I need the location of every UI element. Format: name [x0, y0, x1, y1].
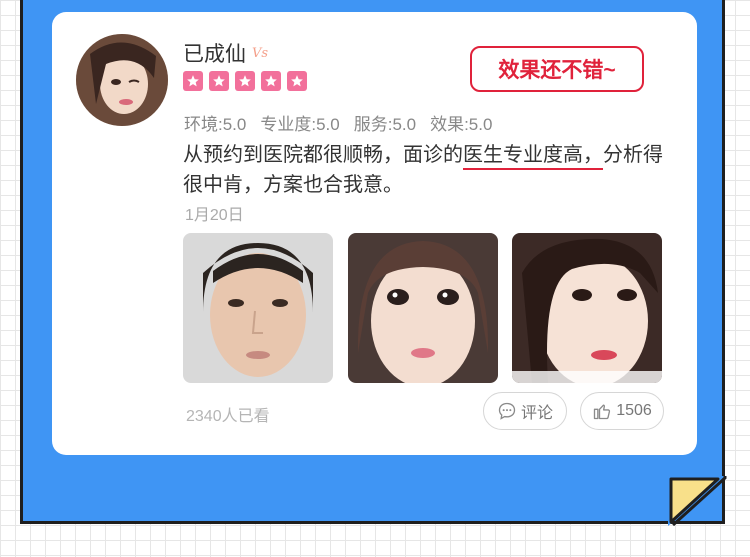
- photo-after-2[interactable]: [512, 233, 662, 383]
- thumbs-up-icon: [594, 404, 611, 420]
- star-icon: [287, 71, 307, 91]
- review-text: 从预约到医院都很顺畅，面诊的医生专业度高，分析得很中肯，方案也合我意。: [183, 140, 663, 200]
- review-text-part1: 从预约到医院都很顺畅，面诊的: [183, 144, 463, 166]
- rating-environment: 环境:5.0: [184, 115, 247, 134]
- avatar[interactable]: [76, 34, 168, 126]
- vip-tag: Vs: [252, 46, 269, 61]
- star-icon: [235, 71, 255, 91]
- comment-button[interactable]: 评论: [483, 392, 567, 430]
- star-rating: [183, 71, 307, 91]
- page-fold-corner: [668, 476, 727, 527]
- like-count: 1506: [616, 402, 652, 419]
- rating-breakdown: 环境:5.0 专业度:5.0 服务:5.0 效果:5.0: [184, 110, 492, 135]
- photo-after-1[interactable]: [348, 233, 498, 383]
- view-count: 2340人已看: [186, 408, 270, 425]
- review-highlight: 医生专业度高，: [463, 144, 603, 170]
- star-icon: [209, 71, 229, 91]
- rating-service: 服务:5.0: [353, 115, 417, 134]
- like-button[interactable]: 1506: [580, 392, 664, 430]
- rating-effect: 效果:5.0: [430, 115, 493, 134]
- effect-badge: 效果还不错~: [470, 46, 644, 92]
- review-date: 1月20日: [185, 207, 244, 224]
- comment-label: 评论: [520, 405, 553, 422]
- username[interactable]: 已成仙: [183, 38, 246, 68]
- comment-icon: [498, 402, 516, 420]
- photo-before[interactable]: [183, 233, 333, 383]
- rating-professionalism: 专业度:5.0: [260, 115, 340, 134]
- star-icon: [183, 71, 203, 91]
- star-icon: [261, 71, 281, 91]
